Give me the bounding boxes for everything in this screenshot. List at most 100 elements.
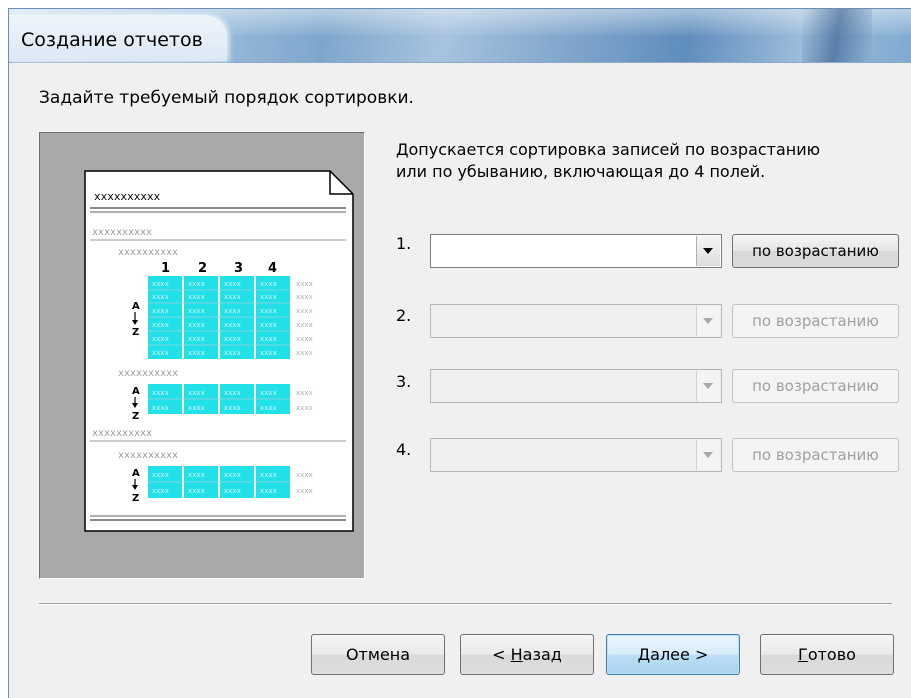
svg-text:xxxx: xxxx: [224, 471, 241, 479]
svg-text:xxxx: xxxx: [296, 389, 313, 397]
preview-header-text: xxxxxxxxxx: [94, 190, 161, 203]
svg-text:xxxx: xxxx: [224, 321, 241, 329]
preview-grid-1: xxxx xxxx xxxx xxxx xxxx xxxx xxxx xxxx xxxx xx…: [132, 276, 313, 359]
svg-text:xxxx: xxxx: [224, 487, 241, 495]
svg-text:xxxx: xxxx: [224, 404, 241, 412]
svg-text:xxxx: xxxx: [152, 389, 169, 397]
preview-col-3: 3: [234, 261, 243, 276]
sort-field-3-combo[interactable]: [430, 369, 722, 403]
report-wizard-window: Создание отчетов Задайте требуемый поряд…: [8, 8, 911, 698]
svg-text:xxxx: xxxx: [296, 487, 313, 495]
next-button-mnemonic: Д: [637, 645, 651, 664]
sort-field-2-dropdown-button[interactable]: [696, 306, 720, 336]
window-title: Создание отчетов: [21, 29, 203, 51]
svg-text:xxxx: xxxx: [296, 471, 313, 479]
sort-row-3-number: 3.: [396, 372, 412, 391]
sort-order-2-button[interactable]: по возрастанию: [732, 304, 899, 338]
sort-order-1-button[interactable]: по возрастанию: [732, 234, 899, 268]
sort-glyph-z-3: Z: [132, 493, 139, 504]
svg-text:xxxx: xxxx: [260, 335, 277, 343]
footer-separator: [39, 603, 892, 605]
preview-group2-text: xxxxxxxxxx: [92, 428, 152, 439]
sort-glyph-z-2: Z: [132, 411, 139, 422]
back-button-label: азад: [522, 645, 562, 664]
title-tab: Создание отчетов: [9, 15, 227, 61]
sort-field-1-dropdown-button[interactable]: [696, 236, 720, 266]
svg-text:xxxx: xxxx: [296, 349, 313, 357]
svg-text:xxxx: xxxx: [260, 307, 277, 315]
svg-text:xxxx: xxxx: [296, 293, 313, 301]
svg-text:xxxx: xxxx: [296, 335, 313, 343]
sort-field-4-combo[interactable]: [430, 438, 722, 472]
sort-order-prompt: Задайте требуемый порядок сортировки.: [39, 88, 414, 108]
svg-text:xxxx: xxxx: [188, 280, 205, 288]
preview-col-2: 2: [198, 261, 207, 276]
sort-order-3-button[interactable]: по возрастанию: [732, 369, 899, 403]
svg-text:xxxx: xxxx: [152, 335, 169, 343]
svg-text:xxxx: xxxx: [152, 307, 169, 315]
back-button-mnemonic: Н: [510, 645, 523, 664]
svg-text:xxxx: xxxx: [224, 389, 241, 397]
preview-col-4: 4: [268, 261, 277, 276]
svg-text:xxxx: xxxx: [224, 335, 241, 343]
finish-button-label: отово: [807, 645, 856, 664]
sort-order-4-button[interactable]: по возрастанию: [732, 438, 899, 472]
sort-field-2-combo[interactable]: [430, 304, 722, 338]
next-button-label: алее >: [650, 645, 709, 664]
sort-field-1-combo[interactable]: [430, 234, 722, 268]
sort-glyph-a-1: A: [132, 301, 140, 312]
svg-text:xxxx: xxxx: [296, 307, 313, 315]
svg-text:xxxx: xxxx: [260, 487, 277, 495]
svg-text:xxxx: xxxx: [188, 335, 205, 343]
svg-text:xxxx: xxxx: [260, 280, 277, 288]
sort-field-4-dropdown-button[interactable]: [696, 440, 720, 470]
finish-button-mnemonic: Г: [798, 645, 808, 664]
svg-text:xxxx: xxxx: [188, 487, 205, 495]
next-button[interactable]: Далее >: [606, 634, 740, 675]
svg-text:xxxx: xxxx: [152, 293, 169, 301]
sort-row-1-number: 1.: [396, 234, 412, 253]
svg-text:xxxx: xxxx: [260, 471, 277, 479]
svg-text:xxxx: xxxx: [188, 321, 205, 329]
sort-glyph-a-3: A: [132, 468, 140, 479]
title-bar-accent: [802, 9, 872, 62]
finish-button[interactable]: Готово: [760, 634, 894, 675]
preview-sub3-text: xxxxxxxxxx: [118, 450, 178, 461]
svg-text:xxxx: xxxx: [260, 349, 277, 357]
svg-text:xxxx: xxxx: [188, 349, 205, 357]
sort-field-3-dropdown-button[interactable]: [696, 371, 720, 401]
chevron-down-icon: [703, 383, 713, 389]
svg-text:xxxx: xxxx: [188, 404, 205, 412]
preview-group1-text: xxxxxxxxxx: [92, 227, 152, 238]
svg-text:xxxx: xxxx: [260, 404, 277, 412]
svg-text:xxxx: xxxx: [224, 293, 241, 301]
preview-sub1-text: xxxxxxxxxx: [118, 247, 178, 258]
svg-text:xxxx: xxxx: [188, 293, 205, 301]
svg-text:xxxx: xxxx: [188, 389, 205, 397]
chevron-down-icon: [703, 452, 713, 458]
sort-preview-panel: xxxxxxxxxx xxxxxxxxxx xxxxxxxxxx 1 2 3 4: [39, 132, 365, 579]
svg-text:xxxx: xxxx: [224, 280, 241, 288]
svg-text:xxxx: xxxx: [224, 349, 241, 357]
sort-row-2-number: 2.: [396, 306, 412, 325]
svg-text:xxxx: xxxx: [152, 280, 169, 288]
svg-text:xxxx: xxxx: [188, 471, 205, 479]
title-bar[interactable]: Создание отчетов: [9, 9, 911, 63]
preview-sub2-text: xxxxxxxxxx: [118, 368, 178, 379]
svg-text:xxxx: xxxx: [296, 404, 313, 412]
svg-text:xxxx: xxxx: [260, 321, 277, 329]
svg-text:xxxx: xxxx: [188, 307, 205, 315]
svg-text:xxxx: xxxx: [152, 321, 169, 329]
preview-col-1: 1: [161, 261, 170, 276]
back-button[interactable]: < Назад: [460, 634, 594, 675]
svg-text:xxxx: xxxx: [152, 487, 169, 495]
sort-glyph-z-1: Z: [132, 327, 139, 338]
svg-text:xxxx: xxxx: [260, 389, 277, 397]
svg-text:xxxx: xxxx: [260, 293, 277, 301]
cancel-button[interactable]: Отмена: [311, 634, 445, 675]
sort-description: Допускается сортировка записей по возрас…: [396, 139, 896, 183]
sort-glyph-a-2: A: [132, 386, 140, 397]
sort-description-line2: или по убыванию, включающая до 4 полей.: [396, 162, 766, 181]
svg-text:xxxx: xxxx: [152, 349, 169, 357]
sort-preview-illustration: xxxxxxxxxx xxxxxxxxxx xxxxxxxxxx 1 2 3 4: [84, 170, 354, 532]
